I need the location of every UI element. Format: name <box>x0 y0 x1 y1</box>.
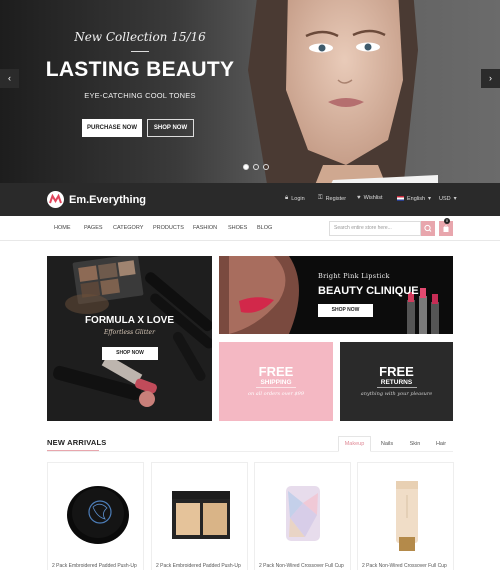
tab-skin[interactable]: Skin <box>402 436 428 452</box>
product-name[interactable]: 2 Pack Non-Wired Crossover Full Cup <box>362 563 452 569</box>
shipping-subtitle: SHIPPING <box>260 379 292 386</box>
nav-item-shoes[interactable]: SHOES <box>228 225 247 231</box>
brand-name: Em.Everything <box>69 193 147 206</box>
shipping-divider <box>256 387 296 388</box>
chevron-down-icon: ▾ <box>428 196 432 202</box>
shipping-title: FREE <box>258 364 294 379</box>
nav-item-pages[interactable]: PAGES <box>84 225 103 231</box>
wishlist-link[interactable]: ♥ Wishlist <box>357 195 383 201</box>
language-dropdown[interactable]: English ▾ <box>397 195 431 202</box>
page: New Collection 15/16 LASTING BEAUTY EYE-… <box>0 0 500 570</box>
nav-item-products[interactable]: PRODUCTS <box>153 225 184 231</box>
product-name[interactable]: 2 Pack Embroidered Padded Push-Up <box>52 563 142 569</box>
currency-label: USD <box>439 195 451 202</box>
slider-prev-arrow-icon[interactable]: ‹ <box>0 69 19 88</box>
lipstick-title: BEAUTY CLINIQUE <box>318 285 419 297</box>
logo-icon <box>47 191 64 208</box>
nav-item-blog[interactable]: BLOG <box>257 225 272 231</box>
slider-dot[interactable] <box>243 164 249 170</box>
product-image <box>396 481 418 551</box>
lipstick-banner[interactable]: Bright Pink Lipstick BEAUTY CLINIQUE SHO… <box>219 256 453 334</box>
register-label: Register <box>325 195 347 202</box>
search-icon <box>424 224 432 232</box>
slider-dot[interactable] <box>253 164 259 170</box>
nav-item-fashion[interactable]: FASHION <box>193 225 217 231</box>
shipping-desc: on all orders over $99 <box>247 391 304 397</box>
hero-title: LASTING BEAUTY <box>45 58 235 81</box>
returns-divider <box>377 387 417 388</box>
lipstick-shop-now-button[interactable]: SHOP NOW <box>318 304 373 317</box>
lipstick-subtitle: Bright Pink Lipstick <box>318 272 390 280</box>
hero-subtitle: New Collection 15/16 <box>74 30 206 44</box>
returns-title: FREE <box>379 364 414 379</box>
login-label: Login <box>291 195 305 202</box>
flag-icon <box>397 196 404 201</box>
section-title-underline <box>47 450 99 451</box>
product-image <box>172 491 230 539</box>
wishlist-label: Wishlist <box>363 195 383 201</box>
product-image <box>286 486 320 541</box>
currency-dropdown[interactable]: USD ▾ <box>439 195 457 203</box>
tab-hair[interactable]: Hair <box>429 436 453 452</box>
free-shipping-banner[interactable]: FREE SHIPPING on all orders over $99 <box>219 342 333 421</box>
lock-icon: 🔒︎ <box>285 195 289 201</box>
main-navigation: HOME PAGES CATEGORY PRODUCTS FASHION SHO… <box>0 216 500 241</box>
register-link[interactable]: ⚿ Register <box>318 195 346 202</box>
returns-desc: anything with your pleasure <box>360 391 433 397</box>
login-link[interactable]: 🔒︎ Login <box>285 195 305 202</box>
tab-nails[interactable]: Nails <box>373 436 401 452</box>
purchase-now-button[interactable]: PURCHASE NOW <box>82 119 142 137</box>
hero-shop-now-button[interactable]: SHOP NOW <box>147 119 194 137</box>
section-title: NEW ARRIVALS <box>47 438 107 447</box>
heart-icon: ♥ <box>357 195 361 201</box>
nav-item-home[interactable]: HOME <box>54 225 71 231</box>
tab-makeup[interactable]: Makeup <box>338 436 371 452</box>
nav-item-category[interactable]: CATEGORY <box>113 225 143 231</box>
search-input[interactable]: Search entire store here... <box>329 221 421 236</box>
slider-dot[interactable] <box>263 164 269 170</box>
product-name[interactable]: 2 Pack Non-Wired Crossover Full Cup <box>259 563 349 569</box>
formula-shop-now-button[interactable]: SHOP NOW <box>102 347 158 360</box>
search-button[interactable] <box>421 221 435 236</box>
top-bar: Em.Everything 🔒︎ Login ⚿ Register ♥ Wish… <box>0 183 500 216</box>
hero-slider: New Collection 15/16 LASTING BEAUTY EYE-… <box>0 0 500 183</box>
key-icon: ⚿ <box>318 195 323 201</box>
slider-next-arrow-icon[interactable]: › <box>481 69 500 88</box>
brand-logo[interactable]: Em.Everything <box>47 191 146 208</box>
product-image <box>67 486 129 544</box>
product-card[interactable]: 2 Pack Embroidered Padded Push-Up <box>151 462 248 570</box>
cart-count-badge: 0 <box>444 218 450 224</box>
product-card[interactable]: 2 Pack Embroidered Padded Push-Up <box>47 462 144 570</box>
slider-dots <box>243 164 269 170</box>
product-card[interactable]: 2 Pack Non-Wired Crossover Full Cup <box>357 462 454 570</box>
product-name[interactable]: 2 Pack Embroidered Padded Push-Up <box>156 563 246 569</box>
hero-divider <box>131 51 149 52</box>
product-card[interactable]: 2 Pack Non-Wired Crossover Full Cup <box>254 462 351 570</box>
formula-banner[interactable]: FORMULA X LOVE Effortless Glitter SHOP N… <box>47 256 212 421</box>
makeup-products-image <box>47 256 212 421</box>
returns-subtitle: RETURNS <box>380 379 413 386</box>
chevron-down-icon: ▾ <box>453 196 457 202</box>
formula-title: FORMULA X LOVE <box>84 315 175 326</box>
language-label: English <box>407 195 426 202</box>
hero-tagline: EYE-CATCHING COOL TONES <box>84 91 196 100</box>
free-returns-banner[interactable]: FREE RETURNS anything with your pleasure <box>340 342 453 421</box>
formula-subtitle: Effortless Glitter <box>104 329 155 336</box>
